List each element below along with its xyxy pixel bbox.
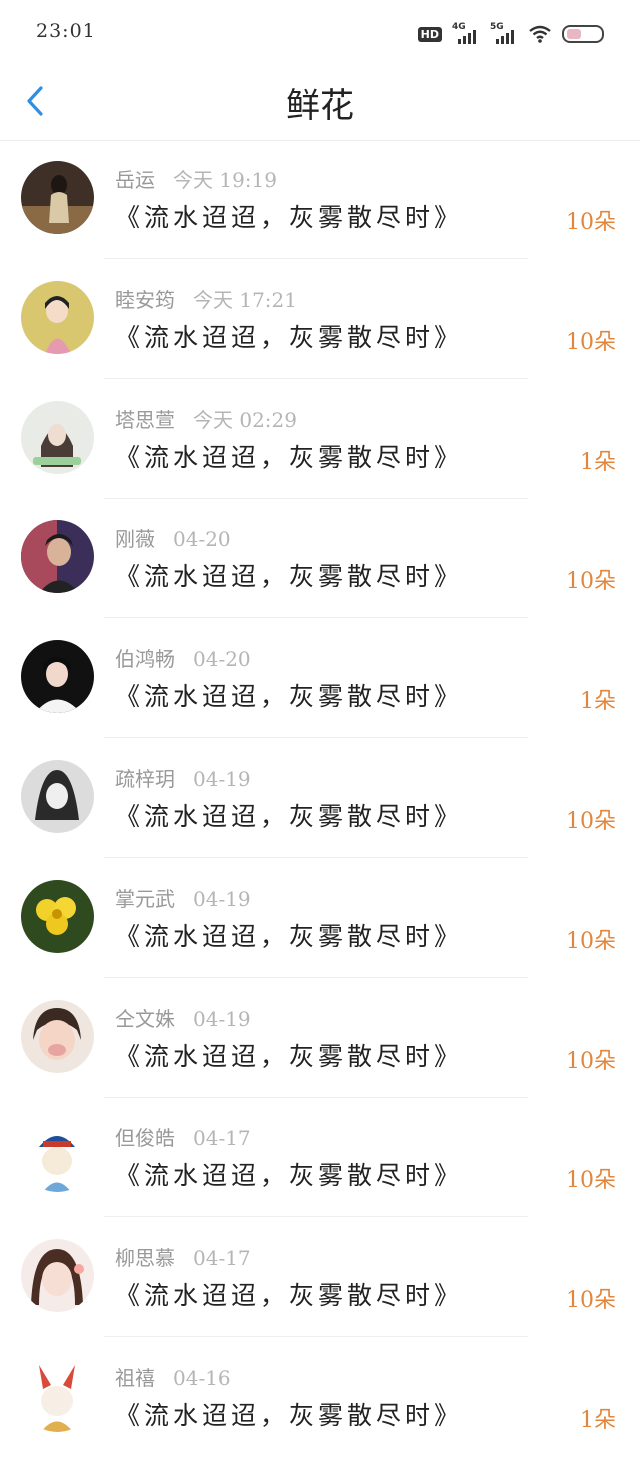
list-item[interactable]: 刚薇 04-20 《流水迢迢，灰雾散尽时》 10朵 <box>0 499 640 619</box>
avatar[interactable] <box>21 640 94 714</box>
flower-count: 10朵 <box>566 1288 616 1314</box>
sender-name: 岳运 <box>115 168 155 192</box>
list-item[interactable]: 柳思慕 04-17 《流水迢迢，灰雾散尽时》 10朵 <box>0 1218 640 1338</box>
wifi-icon <box>529 25 551 43</box>
book-title: 《流水迢迢，灰雾散尽时》 <box>115 322 464 352</box>
flower-count: 10朵 <box>566 569 616 595</box>
sender-line: 仝文姝 04-19 <box>115 1003 251 1032</box>
status-time: 23:01 <box>36 20 96 42</box>
flower-count: 10朵 <box>566 329 616 355</box>
timestamp: 今天 02:29 <box>193 407 297 432</box>
sender-line: 但俊皓 04-17 <box>115 1122 251 1151</box>
sender-name: 柳思慕 <box>115 1246 175 1271</box>
list-item[interactable]: 但俊皓 04-17 《流水迢迢，灰雾散尽时》 10朵 <box>0 1098 640 1218</box>
sender-line: 睦安筠 今天 17:21 <box>115 284 297 313</box>
list-item[interactable]: 伯鸿畅 04-20 《流水迢迢，灰雾散尽时》 1朵 <box>0 619 640 739</box>
sender-line: 岳运 今天 19:19 <box>115 164 277 193</box>
sender-name: 伯鸿畅 <box>115 647 175 672</box>
flower-count: 10朵 <box>566 1168 616 1194</box>
sender-name: 塔思萱 <box>115 407 175 432</box>
battery-icon <box>562 25 604 43</box>
timestamp: 04-20 <box>173 527 231 552</box>
page-title: 鲜花 <box>286 86 354 126</box>
flower-count: 10朵 <box>566 808 616 834</box>
sender-line: 刚薇 04-20 <box>115 523 231 552</box>
avatar[interactable] <box>21 1239 94 1313</box>
avatar[interactable] <box>21 759 94 833</box>
flower-count: 1朵 <box>580 449 616 475</box>
book-title: 《流水迢迢，灰雾散尽时》 <box>115 1281 464 1311</box>
sender-name: 但俊皓 <box>115 1126 175 1151</box>
sender-name: 刚薇 <box>115 527 155 552</box>
avatar[interactable] <box>21 999 94 1073</box>
book-title: 《流水迢迢，灰雾散尽时》 <box>115 1161 464 1191</box>
timestamp: 04-16 <box>173 1365 231 1390</box>
avatar[interactable] <box>21 879 94 953</box>
timestamp: 04-19 <box>193 886 251 911</box>
hd-badge: HD <box>417 26 442 42</box>
signal-4g-icon: 4G <box>452 22 480 44</box>
sender-line: 伯鸿畅 04-20 <box>115 643 251 672</box>
avatar[interactable] <box>21 1358 94 1432</box>
list-item[interactable]: 塔思萱 今天 02:29 《流水迢迢，灰雾散尽时》 1朵 <box>0 380 640 500</box>
avatar[interactable] <box>21 280 94 354</box>
sender-name: 祖禧 <box>115 1365 155 1390</box>
flower-count: 10朵 <box>566 1048 616 1074</box>
status-icons: HD 4G 5G <box>417 22 604 46</box>
timestamp: 04-19 <box>193 1006 251 1031</box>
book-title: 《流水迢迢，灰雾散尽时》 <box>115 921 464 951</box>
book-title: 《流水迢迢，灰雾散尽时》 <box>115 1041 464 1071</box>
sender-line: 塔思萱 今天 02:29 <box>115 404 297 433</box>
sender-line: 祖禧 04-16 <box>115 1362 231 1391</box>
sender-name: 睦安筠 <box>115 287 175 312</box>
flower-count: 10朵 <box>566 210 616 235</box>
sender-name: 疏梓玥 <box>115 766 175 791</box>
timestamp: 04-17 <box>193 1126 251 1151</box>
avatar[interactable] <box>21 1119 94 1193</box>
list-item[interactable]: 睦安筠 今天 17:21 《流水迢迢，灰雾散尽时》 10朵 <box>0 260 640 380</box>
status-bar: 23:01 HD 4G 5G <box>0 0 640 62</box>
list-item[interactable]: 疏梓玥 04-19 《流水迢迢，灰雾散尽时》 10朵 <box>0 739 640 859</box>
book-title: 《流水迢迢，灰雾散尽时》 <box>115 442 464 472</box>
timestamp: 04-20 <box>193 647 251 672</box>
book-title: 《流水迢迢，灰雾散尽时》 <box>115 682 464 712</box>
book-title: 《流水迢迢，灰雾散尽时》 <box>115 801 464 831</box>
sender-line: 柳思慕 04-17 <box>115 1242 251 1271</box>
timestamp: 今天 19:19 <box>173 168 277 192</box>
sender-name: 仝文姝 <box>115 1006 175 1031</box>
book-title: 《流水迢迢，灰雾散尽时》 <box>115 203 464 232</box>
flower-count: 1朵 <box>580 689 616 715</box>
sender-name: 掌元武 <box>115 886 175 911</box>
sender-line: 掌元武 04-19 <box>115 883 251 912</box>
list-item[interactable]: 仝文姝 04-19 《流水迢迢，灰雾散尽时》 10朵 <box>0 979 640 1099</box>
list-item[interactable]: 岳运 今天 19:19 《流水迢迢，灰雾散尽时》 10朵 <box>0 140 640 260</box>
signal-5g-icon: 5G <box>490 22 518 44</box>
flower-gift-list: 岳运 今天 19:19 《流水迢迢，灰雾散尽时》 10朵 睦安筠 今天 17:21 … <box>0 140 640 1458</box>
list-item[interactable]: 祖禧 04-16 《流水迢迢，灰雾散尽时》 1朵 <box>0 1338 640 1458</box>
avatar[interactable] <box>21 520 94 594</box>
flower-count: 10朵 <box>566 928 616 954</box>
book-title: 《流水迢迢，灰雾散尽时》 <box>115 1400 464 1430</box>
book-title: 《流水迢迢，灰雾散尽时》 <box>115 562 464 592</box>
header: 鲜花 <box>0 62 640 141</box>
flower-count: 1朵 <box>580 1407 616 1433</box>
list-item[interactable]: 掌元武 04-19 《流水迢迢，灰雾散尽时》 10朵 <box>0 859 640 979</box>
timestamp: 04-19 <box>193 766 251 791</box>
avatar[interactable] <box>21 161 94 234</box>
timestamp: 04-17 <box>193 1246 251 1271</box>
avatar[interactable] <box>21 400 94 474</box>
timestamp: 今天 17:21 <box>193 287 297 312</box>
sender-line: 疏梓玥 04-19 <box>115 763 251 792</box>
